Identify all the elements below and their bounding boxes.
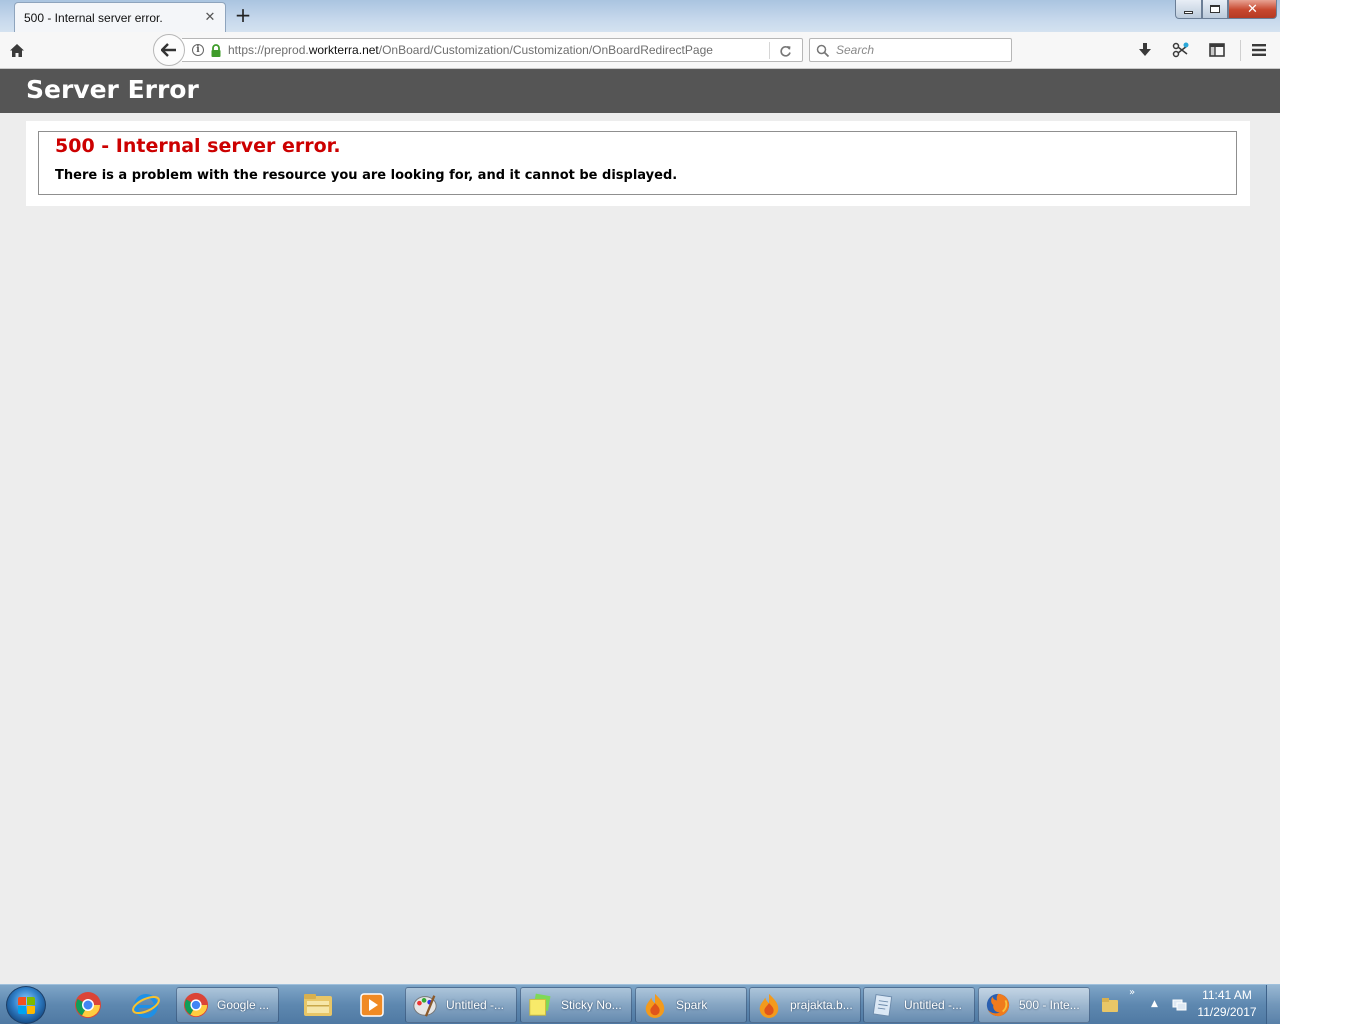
windows-logo-part: [18, 1006, 26, 1014]
search-icon: [816, 43, 830, 58]
taskbar-item-label: Untitled -...: [904, 998, 963, 1012]
page-title: Server Error: [26, 75, 199, 104]
taskbar-item-paint[interactable]: Untitled -...: [405, 987, 517, 1023]
error-box: 500 - Internal server error. There is a …: [38, 131, 1237, 195]
taskbar: Google ... Untitled -... Sticky No... Sp…: [0, 984, 1280, 1024]
home-icon[interactable]: [6, 39, 28, 61]
taskbar-item-spark[interactable]: Spark: [635, 987, 747, 1023]
system-tray: » ▲ 11:41 AM 11/29/2017: [1096, 985, 1280, 1024]
extension-icon[interactable]: [1170, 39, 1192, 61]
firefox-icon: [986, 993, 1010, 1017]
taskbar-item-label: Sticky No...: [561, 998, 622, 1012]
browser-tab[interactable]: 500 - Internal server error. ✕: [14, 2, 226, 32]
back-button[interactable]: [153, 34, 185, 66]
arrow-left-icon: [161, 43, 176, 57]
new-tab-icon[interactable]: +: [232, 5, 254, 27]
chrome-icon: [183, 992, 209, 1018]
page-header: Server Error: [0, 69, 1280, 113]
pinned-explorer-icon[interactable]: [296, 987, 340, 1023]
taskbar-item-label: Google ...: [217, 998, 270, 1012]
taskbar-item-chrome[interactable]: Google ...: [176, 987, 279, 1023]
search-bar[interactable]: [809, 38, 1012, 62]
notepad-icon: [872, 994, 893, 1017]
sticky-notes-icon: [529, 993, 551, 1016]
reload-icon[interactable]: [775, 41, 795, 61]
content-panel: 500 - Internal server error. There is a …: [26, 121, 1250, 206]
address-bar-divider: [769, 42, 770, 59]
spark-icon: [645, 993, 665, 1018]
search-input[interactable]: [836, 41, 1006, 59]
windows-logo-part: [27, 1006, 35, 1014]
clock-time[interactable]: 11:41 AM: [1196, 988, 1258, 1002]
taskbar-item-label: prajakta.b...: [790, 998, 853, 1012]
network-icon[interactable]: [1171, 997, 1187, 1013]
chevron-right-icon[interactable]: »: [1129, 987, 1135, 998]
paint-icon: [413, 995, 437, 1017]
pinned-internet-explorer-icon[interactable]: [124, 987, 168, 1023]
pinned-chrome-icon[interactable]: [66, 987, 110, 1023]
sidebar-icon[interactable]: [1206, 39, 1228, 61]
toolbar-divider: [1240, 40, 1241, 61]
restore-icon: [1210, 5, 1220, 13]
screen: 500 - Internal server error. ✕ + ✕ i htt…: [0, 0, 1280, 1024]
taskbar-item-firefox[interactable]: 500 - Inte...: [978, 987, 1090, 1023]
taskbar-item-notepad[interactable]: Untitled -...: [863, 987, 975, 1023]
url-domain: workterra.net: [308, 43, 379, 57]
show-desktop-button[interactable]: [1266, 985, 1280, 1024]
url-prefix: https://preprod.: [228, 43, 309, 57]
windows-logo-part: [27, 997, 35, 1005]
taskbar-item-label: Spark: [676, 998, 708, 1012]
error-message: There is a problem with the resource you…: [55, 168, 678, 183]
close-window-button[interactable]: ✕: [1228, 0, 1277, 19]
hamburger-menu-icon[interactable]: [1248, 39, 1270, 61]
spark-icon: [759, 993, 779, 1018]
error-heading: 500 - Internal server error.: [55, 135, 341, 157]
pinned-media-player-icon[interactable]: [350, 987, 394, 1023]
lock-icon[interactable]: [210, 43, 222, 57]
close-icon: ✕: [1247, 1, 1258, 17]
tab-strip: 500 - Internal server error. ✕ + ✕: [0, 0, 1280, 32]
download-icon[interactable]: [1134, 39, 1156, 61]
minimize-button[interactable]: [1175, 0, 1202, 19]
navigation-toolbar: i https://preprod.workterra.net/OnBoard/…: [0, 32, 1280, 69]
url-text[interactable]: https://preprod.workterra.net/OnBoard/Cu…: [228, 43, 713, 57]
close-tab-icon[interactable]: ✕: [203, 10, 217, 25]
tab-title: 500 - Internal server error.: [24, 10, 163, 25]
windows-logo-icon: [18, 997, 26, 1005]
restore-button[interactable]: [1202, 0, 1228, 19]
taskbar-item-spark-chat[interactable]: prajakta.b...: [749, 987, 861, 1023]
show-hidden-icons-icon[interactable]: ▲: [1151, 999, 1158, 1009]
address-bar[interactable]: i https://preprod.workterra.net/OnBoard/…: [182, 38, 803, 62]
taskbar-item-sticky-notes[interactable]: Sticky No...: [520, 987, 632, 1023]
tray-folder-icon[interactable]: [1096, 987, 1124, 1023]
minimize-icon: [1184, 10, 1193, 14]
start-button[interactable]: [6, 986, 46, 1024]
taskbar-item-label: Untitled -...: [446, 998, 505, 1012]
info-icon[interactable]: i: [192, 44, 204, 56]
url-path: /OnBoard/Customization/Customization/OnB…: [378, 43, 713, 57]
clock-date[interactable]: 11/29/2017: [1196, 1005, 1258, 1019]
taskbar-item-label: 500 - Inte...: [1019, 998, 1080, 1012]
